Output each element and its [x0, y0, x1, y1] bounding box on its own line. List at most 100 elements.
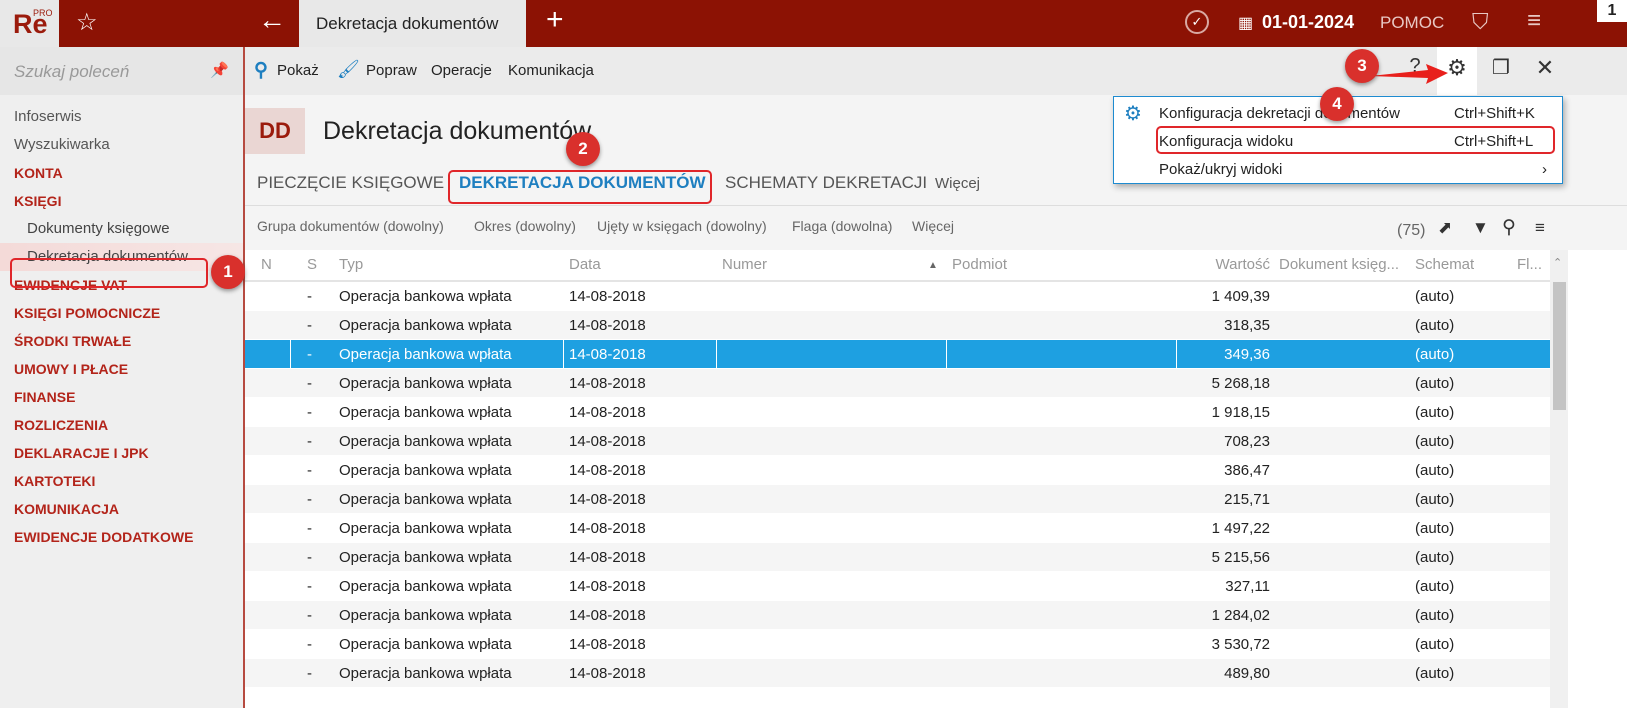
- sidebar-item[interactable]: EWIDENCJE DODATKOWE: [0, 523, 243, 551]
- sidebar-item[interactable]: KSIĘGI: [0, 187, 243, 215]
- cell-wartosc: 327,11: [1225, 578, 1270, 595]
- table-row[interactable]: - Operacja bankowa wpłata 14-08-2018 489,80…: [245, 659, 1550, 688]
- app-tab-label: Dekretacja dokumentów: [316, 14, 499, 33]
- cell-wartosc: 5 215,56: [1211, 549, 1270, 566]
- cell-typ: Operacja bankowa wpłata: [339, 549, 512, 566]
- help-link[interactable]: POMOC: [1380, 13, 1444, 33]
- sidebar-item[interactable]: Dokumenty księgowe: [0, 215, 243, 243]
- sidebar: Szukaj poleceń 📌 Infoserwis Wyszukiwarka KO…: [0, 47, 245, 708]
- highlight-menu-item: [1156, 126, 1555, 154]
- col-schemat[interactable]: Schemat: [1415, 256, 1474, 273]
- app-logo[interactable]: Re PRO: [0, 0, 59, 47]
- cell-data: 14-08-2018: [569, 375, 646, 392]
- sidebar-item[interactable]: UMOWY I PŁACE: [0, 355, 243, 383]
- cell-wartosc: 708,23: [1224, 433, 1270, 450]
- calendar-icon[interactable]: ▦: [1238, 13, 1253, 33]
- sidebar-item[interactable]: KSIĘGI POMOCNICZE: [0, 299, 243, 327]
- cell-schemat: (auto): [1415, 578, 1455, 595]
- vertical-scrollbar[interactable]: ⌃: [1550, 250, 1568, 708]
- col-dokument[interactable]: Dokument księg...: [1279, 256, 1409, 273]
- table-row[interactable]: - Operacja bankowa wpłata 14-08-2018 1 409,…: [245, 282, 1550, 311]
- working-date[interactable]: 01-01-2024: [1262, 12, 1354, 33]
- cell-typ: Operacja bankowa wpłata: [339, 491, 512, 508]
- col-s[interactable]: S: [307, 256, 317, 273]
- cell-typ: Operacja bankowa wpłata: [339, 462, 512, 479]
- col-flaga[interactable]: Fl...: [1517, 256, 1542, 273]
- filter-booked[interactable]: Ujęty w księgach (dowolny): [597, 218, 767, 234]
- tab-pieczecie[interactable]: PIECZĘCIE KSIĘGOWE: [257, 173, 444, 193]
- show-button[interactable]: Pokaż: [277, 62, 319, 79]
- col-n[interactable]: N: [261, 256, 272, 273]
- sidebar-item[interactable]: ROZLICZENIA: [0, 411, 243, 439]
- tab-more[interactable]: Więcej: [935, 175, 980, 192]
- scroll-up-icon[interactable]: ⌃: [1553, 256, 1562, 269]
- table-row[interactable]: - Operacja bankowa wpłata 14-08-2018 5 268,…: [245, 369, 1550, 398]
- check-circle-icon[interactable]: ✓: [1185, 10, 1209, 34]
- filter-group[interactable]: Grupa dokumentów (dowolny): [257, 218, 444, 234]
- cell-schemat: (auto): [1415, 433, 1455, 450]
- sidebar-item[interactable]: Wyszukiwarka: [0, 131, 243, 159]
- sidebar-item[interactable]: ŚRODKI TRWAŁE: [0, 327, 243, 355]
- cell-typ: Operacja bankowa wpłata: [339, 636, 512, 653]
- export-icon[interactable]: ⬈: [1438, 218, 1452, 238]
- search-icon: ⚲: [254, 60, 268, 81]
- sidebar-item[interactable]: KOMUNIKACJA: [0, 495, 243, 523]
- shield-check-icon[interactable]: ⛉: [1472, 9, 1489, 35]
- hamburger-menu-icon[interactable]: ≡: [1527, 7, 1541, 35]
- table-row[interactable]: - Operacja bankowa wpłata 14-08-2018 386,47…: [245, 456, 1550, 485]
- communication-menu[interactable]: Komunikacja: [508, 62, 594, 79]
- cell-s: -: [307, 549, 312, 566]
- cell-typ: Operacja bankowa wpłata: [339, 317, 512, 334]
- filter-icon[interactable]: ▼: [1472, 218, 1489, 238]
- search-grid-icon[interactable]: ⚲: [1502, 216, 1516, 239]
- col-data[interactable]: Data: [569, 256, 601, 273]
- scroll-thumb[interactable]: [1553, 282, 1566, 410]
- restore-window-icon[interactable]: ❐: [1481, 55, 1521, 87]
- sidebar-item[interactable]: KARTOTEKI: [0, 467, 243, 495]
- table-row[interactable]: - Operacja bankowa wpłata 14-08-2018 349,36…: [245, 340, 1550, 369]
- cell-schemat: (auto): [1415, 288, 1455, 305]
- command-search-input[interactable]: Szukaj poleceń 📌: [0, 47, 243, 95]
- filter-period[interactable]: Okres (dowolny): [474, 218, 576, 234]
- table-row[interactable]: - Operacja bankowa wpłata 14-08-2018 215,71…: [245, 485, 1550, 514]
- brush-icon: 🖌: [337, 59, 360, 79]
- cell-data: 14-08-2018: [569, 404, 646, 421]
- operations-menu[interactable]: Operacje: [431, 62, 492, 79]
- sidebar-item[interactable]: KONTA: [0, 159, 243, 187]
- table-row[interactable]: - Operacja bankowa wpłata 14-08-2018 708,23…: [245, 427, 1550, 456]
- col-wartosc[interactable]: Wartość: [1176, 256, 1270, 273]
- back-arrow-icon[interactable]: ←: [258, 4, 286, 36]
- menu-item-show-hide-views[interactable]: Pokaż/ukryj widoki ›: [1114, 155, 1562, 183]
- table-row[interactable]: - Operacja bankowa wpłata 14-08-2018 318,35…: [245, 311, 1550, 340]
- app-tab-active[interactable]: Dekretacja dokumentów: [299, 0, 526, 47]
- table-row[interactable]: - Operacja bankowa wpłata 14-08-2018 1 497,…: [245, 514, 1550, 543]
- cell-typ: Operacja bankowa wpłata: [339, 520, 512, 537]
- callout-2: 2: [566, 132, 600, 166]
- star-icon[interactable]: ☆: [76, 8, 98, 37]
- col-podmiot[interactable]: Podmiot: [952, 256, 1007, 273]
- pin-icon[interactable]: 📌: [210, 61, 229, 79]
- table-row[interactable]: - Operacja bankowa wpłata 14-08-2018 1 918,…: [245, 398, 1550, 427]
- close-icon[interactable]: ✕: [1525, 55, 1565, 87]
- search-placeholder: Szukaj poleceń: [14, 62, 130, 81]
- sidebar-item[interactable]: FINANSE: [0, 383, 243, 411]
- cell-data: 14-08-2018: [569, 520, 646, 537]
- cell-s: -: [307, 607, 312, 624]
- grid-menu-icon[interactable]: ≡: [1535, 218, 1545, 238]
- table-row[interactable]: - Operacja bankowa wpłata 14-08-2018 3 530,…: [245, 630, 1550, 659]
- cell-s: -: [307, 317, 312, 334]
- cell-data: 14-08-2018: [569, 317, 646, 334]
- table-row[interactable]: - Operacja bankowa wpłata 14-08-2018 5 215,…: [245, 543, 1550, 572]
- table-row[interactable]: - Operacja bankowa wpłata 14-08-2018 1 284,…: [245, 601, 1550, 630]
- edit-button[interactable]: Popraw: [366, 62, 417, 79]
- table-row[interactable]: - Operacja bankowa wpłata 14-08-2018 327,11…: [245, 572, 1550, 601]
- add-tab-icon[interactable]: +: [546, 3, 564, 37]
- sidebar-item[interactable]: Infoserwis: [0, 103, 243, 131]
- tab-schematy[interactable]: SCHEMATY DEKRETACJI: [725, 173, 927, 193]
- col-typ[interactable]: Typ: [339, 256, 363, 273]
- filter-flag[interactable]: Flaga (dowolna): [792, 218, 892, 234]
- sidebar-item[interactable]: DEKLARACJE I JPK: [0, 439, 243, 467]
- filter-more[interactable]: Więcej: [912, 218, 954, 234]
- cell-schemat: (auto): [1415, 462, 1455, 479]
- col-numer[interactable]: Numer: [722, 256, 767, 273]
